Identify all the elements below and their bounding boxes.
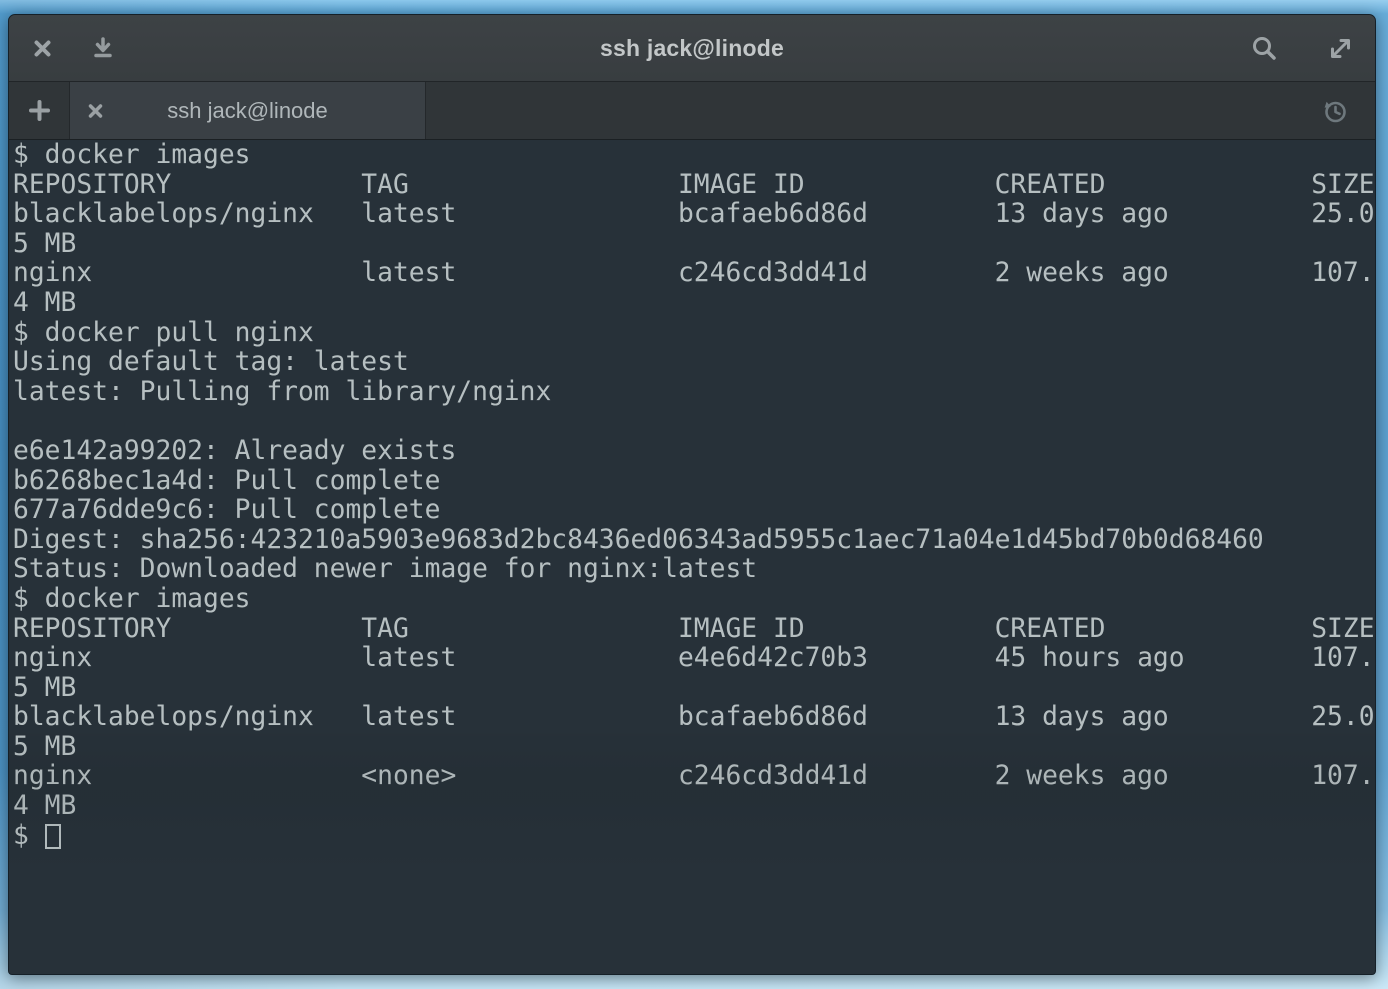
prompt-line: $	[9, 822, 1375, 852]
terminal-cursor	[45, 824, 61, 849]
prompt-symbol: $	[13, 821, 29, 851]
download-button[interactable]	[91, 36, 115, 60]
terminal-output: $ docker images REPOSITORY TAG IMAGE ID …	[9, 140, 1375, 822]
expand-button[interactable]	[1328, 36, 1353, 61]
window-title: ssh jack@linode	[9, 35, 1375, 62]
terminal[interactable]: $ docker images REPOSITORY TAG IMAGE ID …	[9, 140, 1375, 974]
tab-bar: ssh jack@linode	[9, 82, 1375, 140]
titlebar[interactable]: ssh jack@linode	[9, 15, 1375, 82]
search-button[interactable]	[1251, 35, 1278, 62]
plus-icon	[26, 97, 53, 124]
download-icon	[91, 36, 115, 60]
expand-icon	[1328, 36, 1353, 61]
search-icon	[1251, 35, 1278, 62]
close-icon	[31, 37, 54, 60]
tab-label: ssh jack@linode	[167, 98, 328, 124]
window-close-button[interactable]	[31, 37, 54, 60]
tab-ssh-jack-linode[interactable]: ssh jack@linode	[69, 82, 426, 139]
desktop: ssh jack@linode	[0, 0, 1388, 989]
history-icon	[1321, 97, 1349, 125]
tab-close-button[interactable]	[86, 101, 105, 120]
history-button[interactable]	[1321, 97, 1349, 125]
close-icon	[86, 101, 105, 120]
new-tab-button[interactable]	[9, 82, 69, 139]
terminal-window: ssh jack@linode	[8, 14, 1376, 975]
